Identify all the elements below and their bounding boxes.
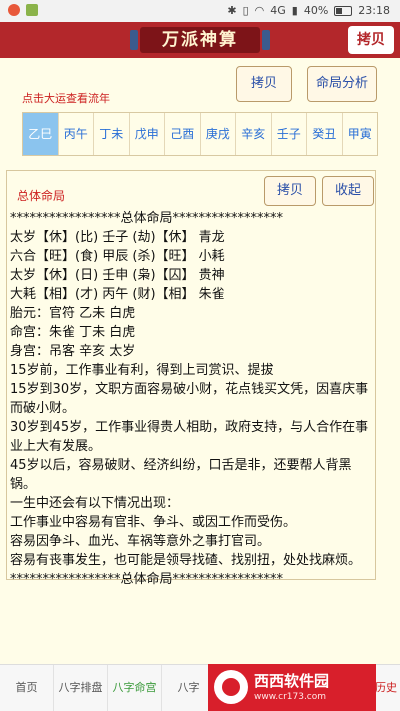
dayun-tab[interactable]: 丙午	[59, 113, 94, 155]
panel-content: *****************总体命局***************** 太…	[10, 209, 372, 589]
content-line: 45岁以后，容易破财、经济纠纷，口舌是非，还要帮人背黑锅。	[10, 458, 352, 492]
content-line: *****************总体命局*****************	[10, 572, 284, 587]
copy-button[interactable]: 拷贝	[236, 66, 292, 102]
content-line: 一生中还会有以下情况出现：	[10, 496, 180, 511]
panel-collapse-button[interactable]: 收起	[322, 176, 374, 206]
dayun-tab[interactable]: 壬子	[272, 113, 307, 155]
status-bar-indicators: ✱ ▯ ◠ 4G ▮ 40% 23:18	[227, 4, 390, 17]
app-notification-icon	[26, 4, 38, 16]
content-line: 工作事业中容易有官非、争斗、或因工作而受伤。	[10, 515, 297, 530]
content-line: 命宫：朱雀 丁未 白虎	[10, 325, 136, 340]
dayun-tab[interactable]: 乙巳	[23, 113, 59, 155]
dayun-tab[interactable]: 甲寅	[343, 113, 378, 155]
nav-bazi-chart[interactable]: 八字排盘	[54, 665, 108, 711]
dayun-tabs: 乙巳 丙午 丁未 戊申 己酉 庚戌 辛亥 壬子 癸丑 甲寅	[22, 112, 378, 156]
notification-icon	[8, 4, 20, 16]
network-type: 4G	[270, 4, 286, 17]
bluetooth-icon: ✱	[227, 4, 237, 17]
nav-bazi-palace[interactable]: 八字命宫	[108, 665, 162, 711]
nav-home[interactable]: 首页	[0, 665, 54, 711]
status-bar-notifications	[8, 4, 38, 16]
chart-analysis-button[interactable]: 命局分析	[307, 66, 377, 102]
status-bar: ✱ ▯ ◠ 4G ▮ 40% 23:18	[0, 0, 400, 22]
dayun-tab[interactable]: 庚戌	[201, 113, 236, 155]
signal-icon: ▮	[291, 4, 298, 17]
content-line: 容易有丧事发生，也可能是领导找碴、找别扭，处处找麻烦。	[10, 553, 362, 568]
dayun-hint: 点击大运查看流年	[22, 92, 110, 105]
content-line: 太岁【休】(日) 壬申 (枭)【囚】 贵神	[10, 268, 225, 283]
watermark-logo-icon	[214, 670, 248, 704]
clock: 23:18	[358, 4, 390, 17]
content-line: 容易因争斗、血光、车祸等意外之事打官司。	[10, 534, 271, 549]
dayun-tab[interactable]: 己酉	[165, 113, 201, 155]
watermark-brand: 西西软件园	[254, 672, 330, 690]
content-line: 30岁到45岁，工作事业得贵人相助，政府支持，与人合作在事业上大有发展。	[10, 420, 369, 454]
header-copy-button[interactable]: 拷贝	[348, 26, 394, 54]
panel-copy-button[interactable]: 拷贝	[264, 176, 316, 206]
dayun-tab[interactable]: 辛亥	[236, 113, 272, 155]
wifi-icon: ◠	[254, 4, 265, 17]
lantern-right-icon	[262, 30, 270, 50]
dayun-tab[interactable]: 丁未	[94, 113, 130, 155]
battery-percent: 40%	[303, 4, 329, 17]
content-line: 15岁到30岁，文职方面容易破小财，花点钱买文凭，因喜庆事而破小财。	[10, 382, 369, 416]
app-title: 万派神算	[140, 27, 260, 53]
app-header: 万派神算 拷贝	[0, 22, 400, 58]
content-line: *****************总体命局*****************	[10, 211, 284, 226]
content-line: 太岁【休】(比) 壬子 (劫)【休】 青龙	[10, 230, 225, 245]
nav-history[interactable]: 历史	[372, 665, 400, 711]
dayun-tab[interactable]: 癸丑	[307, 113, 343, 155]
site-watermark: 西西软件园 www.cr173.com	[208, 664, 376, 711]
battery-icon	[334, 5, 353, 16]
panel-title: 总体命局	[17, 189, 66, 203]
dayun-tab[interactable]: 戊申	[130, 113, 165, 155]
content-line: 胎元：官符 乙未 白虎	[10, 306, 136, 321]
content-line: 六合【旺】(食) 甲辰 (杀)【旺】 小耗	[10, 249, 225, 264]
content-line: 身宫：吊客 辛亥 太岁	[10, 344, 136, 359]
content-line: 大耗【相】(才) 丙午 (财)【相】 朱雀	[10, 287, 225, 302]
vibrate-icon: ▯	[242, 4, 249, 17]
content-line: 15岁前，工作事业有利，得到上司赏识、提拔	[10, 363, 274, 378]
lantern-left-icon	[130, 30, 138, 50]
watermark-url: www.cr173.com	[254, 692, 327, 702]
